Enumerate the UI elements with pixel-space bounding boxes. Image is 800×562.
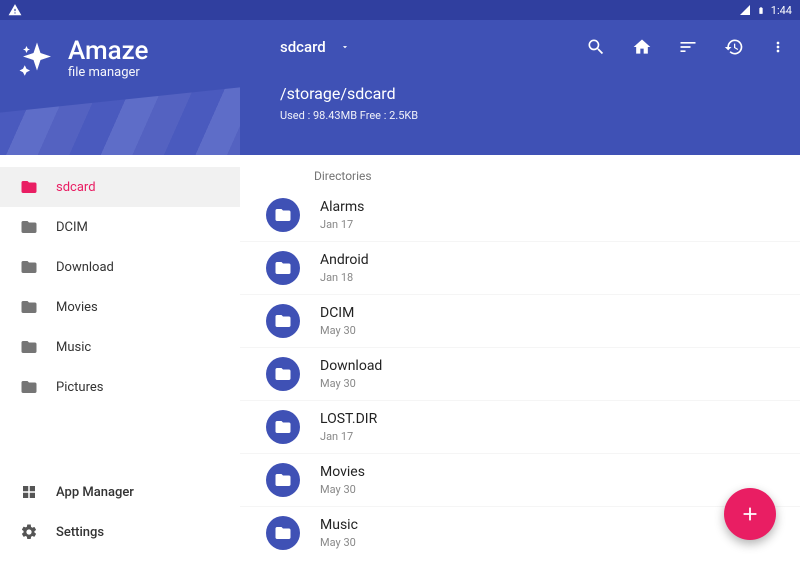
sidebar-item-settings[interactable]: Settings	[0, 512, 240, 552]
sidebar-item-movies[interactable]: Movies	[0, 287, 240, 327]
plus-icon	[739, 503, 761, 525]
sidebar-item-label: Music	[56, 340, 91, 355]
directory-date: May 30	[320, 377, 382, 390]
directory-row[interactable]: Movies May 30	[240, 454, 800, 507]
sidebar-item-download[interactable]: Download	[0, 247, 240, 287]
directory-name: LOST.DIR	[320, 411, 377, 427]
directory-row[interactable]: Download May 30	[240, 348, 800, 401]
directory-row[interactable]: DCIM May 30	[240, 295, 800, 348]
directory-name: Alarms	[320, 199, 364, 215]
directory-row[interactable]: LOST.DIR Jan 17	[240, 401, 800, 454]
directory-name: Movies	[320, 464, 365, 480]
sidebar-item-label: Settings	[56, 525, 104, 540]
app-title: Amaze	[68, 38, 148, 64]
sidebar-item-music[interactable]: Music	[0, 327, 240, 367]
breadcrumb-label: sdcard	[280, 38, 326, 56]
sidebar: Amaze file manager sdcard DCIM Download Mov…	[0, 20, 240, 562]
folder-icon	[274, 418, 292, 436]
status-bar: 1:44	[0, 0, 800, 20]
directory-name: Android	[320, 252, 369, 268]
battery-icon	[757, 4, 765, 17]
search-icon[interactable]	[586, 37, 606, 57]
app-subtitle: file manager	[68, 64, 148, 82]
folder-icon	[274, 206, 292, 224]
sidebar-bottom: App Manager Settings	[0, 466, 240, 562]
app-logo-icon	[16, 39, 58, 81]
history-icon[interactable]	[724, 37, 744, 57]
folder-chip	[266, 304, 300, 338]
directory-name: Download	[320, 358, 382, 374]
directory-row[interactable]: Alarms Jan 17	[240, 189, 800, 242]
directory-name: Music	[320, 517, 358, 533]
home-icon[interactable]	[632, 37, 652, 57]
folder-chip	[266, 357, 300, 391]
sidebar-item-label: Pictures	[56, 380, 103, 395]
storage-usage: Used : 98.43MB Free : 2.5KB	[280, 109, 786, 122]
folder-icon	[274, 471, 292, 489]
directory-row[interactable]: Android Jan 18	[240, 242, 800, 295]
sidebar-item-label: DCIM	[56, 220, 88, 235]
directory-date: Jan 17	[320, 218, 364, 231]
signal-icon	[739, 4, 751, 16]
folder-icon	[274, 259, 292, 277]
sidebar-item-dcim[interactable]: DCIM	[0, 207, 240, 247]
content: sdcard /storage/sdcard Used : 98.43MB Fr…	[240, 20, 800, 562]
directory-row[interactable]: Music May 30	[240, 507, 800, 559]
sidebar-header: Amaze file manager	[0, 20, 240, 155]
sidebar-item-app-manager[interactable]: App Manager	[0, 472, 240, 512]
folder-chip	[266, 463, 300, 497]
folder-icon	[274, 524, 292, 542]
sidebar-item-pictures[interactable]: Pictures	[0, 367, 240, 407]
sidebar-item-label: Download	[56, 260, 114, 275]
path: /storage/sdcard	[280, 84, 786, 103]
chevron-down-icon	[340, 42, 350, 52]
directory-name: DCIM	[320, 305, 356, 321]
directory-date: Jan 18	[320, 271, 369, 284]
sidebar-nav: sdcard DCIM Download Movies Music Pictures	[0, 155, 240, 466]
section-label: Directories	[240, 155, 800, 189]
sidebar-item-label: sdcard	[56, 180, 96, 195]
file-list: AlarmsJan 17AndroidJan 18DCIMMay 30Downl…	[240, 189, 800, 562]
sort-icon[interactable]	[678, 37, 698, 57]
overflow-menu-icon[interactable]	[770, 37, 786, 57]
folder-chip	[266, 251, 300, 285]
fab-add-button[interactable]	[724, 488, 776, 540]
directory-date: May 30	[320, 536, 358, 549]
folder-icon	[274, 365, 292, 383]
sidebar-item-label: App Manager	[56, 485, 134, 500]
clock: 1:44	[771, 4, 792, 17]
folder-chip	[266, 516, 300, 550]
sidebar-item-sdcard[interactable]: sdcard	[0, 167, 240, 207]
directory-date: May 30	[320, 324, 356, 337]
sidebar-item-label: Movies	[56, 300, 98, 315]
directory-date: Jan 17	[320, 430, 377, 443]
folder-icon	[274, 312, 292, 330]
folder-chip	[266, 198, 300, 232]
folder-chip	[266, 410, 300, 444]
appbar: sdcard /storage/sdcard Used : 98.43MB Fr…	[240, 20, 800, 155]
breadcrumb[interactable]: sdcard	[280, 38, 350, 56]
warning-icon	[8, 3, 22, 17]
directory-date: May 30	[320, 483, 365, 496]
